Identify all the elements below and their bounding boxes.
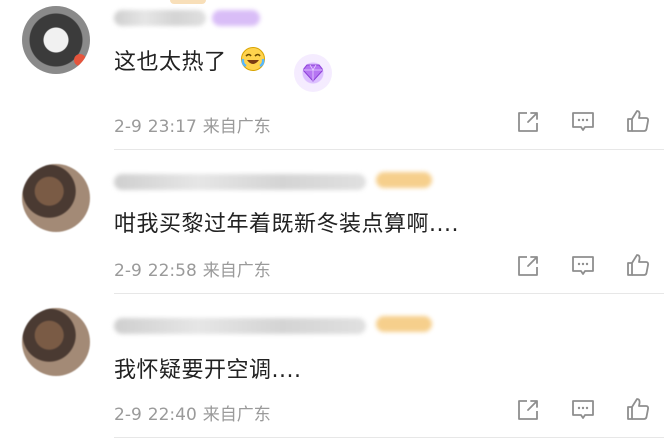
comment-icon[interactable] — [570, 397, 596, 423]
avatar[interactable] — [22, 6, 90, 74]
comment-date: 2-9 — [114, 117, 142, 137]
comment-location: 来自广东 — [202, 261, 271, 281]
username-blurred[interactable] — [114, 318, 366, 334]
comment-text: 咁我买黎过年着既新冬装点算啊.... — [114, 212, 459, 237]
share-icon[interactable] — [515, 109, 541, 135]
username-blurred[interactable] — [114, 174, 366, 190]
comment-time: 22:58 — [147, 261, 197, 281]
vip-badge — [376, 316, 432, 332]
comment-location: 来自广东 — [202, 117, 271, 137]
comment-date: 2-9 — [114, 405, 142, 425]
comment-meta: 2-9 23:17 来自广东 — [114, 112, 271, 137]
comment-date: 2-9 — [114, 261, 142, 281]
thumbs-up-icon[interactable] — [625, 396, 651, 422]
avatar[interactable] — [22, 164, 90, 232]
comment-location: 来自广东 — [202, 405, 271, 425]
username-blurred[interactable] — [114, 10, 206, 26]
comment-meta: 2-9 22:58 来自广东 — [114, 256, 271, 281]
comment-list: 这也太热了 2-9 23:17 来自广东 咁我买黎过年着既新冬装点算啊.... … — [0, 0, 664, 444]
purple-gem-badge-icon — [294, 54, 332, 92]
comment-time: 23:17 — [147, 117, 197, 137]
comment-item: 我怀疑要开空调.... 2-9 22:40 来自广东 — [0, 294, 664, 444]
comment-item: 这也太热了 2-9 23:17 来自广东 — [0, 0, 664, 150]
comment-time: 22:40 — [147, 405, 197, 425]
vip-badge — [212, 10, 260, 26]
comment-text: 我怀疑要开空调.... — [114, 358, 302, 383]
comment-meta: 2-9 22:40 来自广东 — [114, 400, 271, 425]
comment-item: 咁我买黎过年着既新冬装点算啊.... 2-9 22:58 来自广东 — [0, 150, 664, 294]
vip-badge — [376, 172, 432, 188]
divider — [114, 437, 664, 438]
thumbs-up-icon[interactable] — [625, 252, 651, 278]
thumbs-up-icon[interactable] — [625, 108, 651, 134]
share-icon[interactable] — [515, 397, 541, 423]
avatar-badge — [74, 54, 86, 66]
share-icon[interactable] — [515, 253, 541, 279]
comment-text: 这也太热了 — [114, 50, 227, 75]
comment-icon[interactable] — [570, 253, 596, 279]
comment-icon[interactable] — [570, 109, 596, 135]
avatar[interactable] — [22, 308, 90, 376]
laughing-crying-emoji — [241, 47, 265, 71]
